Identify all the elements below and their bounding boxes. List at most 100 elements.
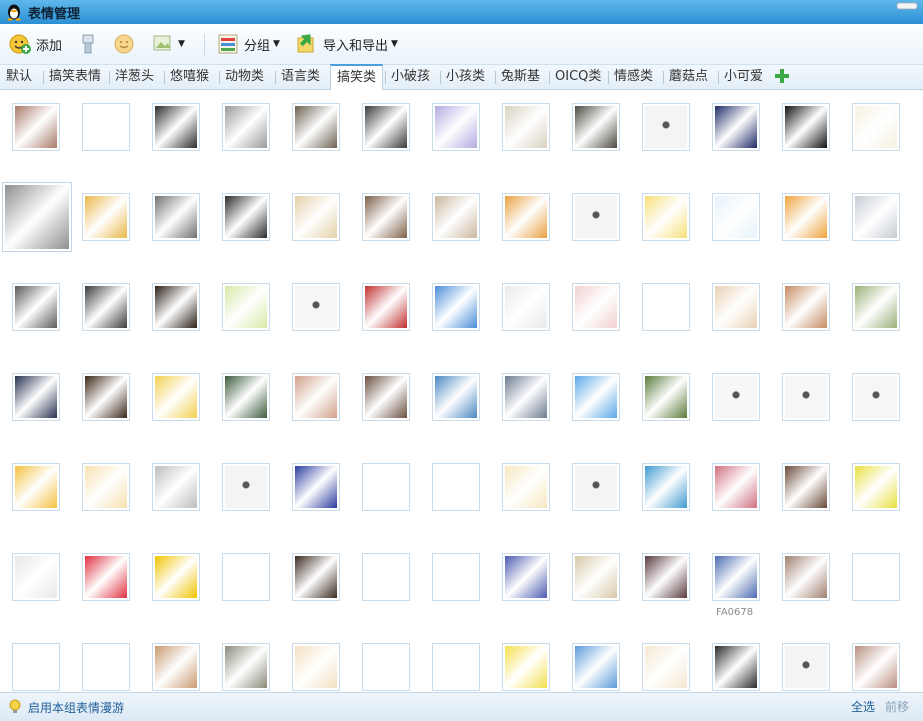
emoticon-cell[interactable]	[12, 283, 60, 331]
emoticon-cell[interactable]	[292, 103, 340, 151]
tab-item[interactable]: 动物类	[225, 65, 264, 89]
tab-item[interactable]: 兔斯基	[501, 65, 540, 89]
tab-item[interactable]: 小孩类	[446, 65, 485, 89]
emoticon-cell[interactable]	[572, 463, 620, 511]
emoticon-cell[interactable]	[292, 193, 340, 241]
emoticon-cell[interactable]	[852, 463, 900, 511]
emoticon-cell[interactable]	[712, 643, 760, 691]
emoticon-cell[interactable]	[712, 463, 760, 511]
emoticon-cell[interactable]	[12, 103, 60, 151]
emoticon-cell[interactable]	[222, 643, 270, 691]
emoticon-cell[interactable]	[502, 103, 550, 151]
emoticon-cell[interactable]	[572, 643, 620, 691]
emoticon-cell[interactable]	[222, 463, 270, 511]
emoticon-cell[interactable]	[572, 373, 620, 421]
emoticon-cell[interactable]	[852, 643, 900, 691]
emoticon-cell[interactable]	[82, 463, 130, 511]
emoticon-cell[interactable]	[712, 283, 760, 331]
tab-item[interactable]: 情感类	[614, 65, 653, 89]
emoticon-cell[interactable]	[642, 193, 690, 241]
emoticon-cell[interactable]	[152, 283, 200, 331]
emoticon-cell[interactable]	[12, 463, 60, 511]
emoticon-cell[interactable]	[432, 463, 480, 511]
emoticon-cell[interactable]	[2, 182, 72, 252]
emoticon-cell[interactable]	[712, 373, 760, 421]
emoticon-cell[interactable]	[432, 193, 480, 241]
emoticon-cell[interactable]	[852, 283, 900, 331]
emoticon-cell[interactable]	[432, 283, 480, 331]
emoticon-cell[interactable]	[362, 103, 410, 151]
move-forward-link[interactable]: 前移	[885, 698, 909, 715]
emoticon-cell[interactable]	[712, 193, 760, 241]
emoticon-cell[interactable]	[432, 553, 480, 601]
emoticon-cell[interactable]	[222, 103, 270, 151]
emoticon-cell[interactable]	[12, 643, 60, 691]
emoticon-cell[interactable]	[572, 193, 620, 241]
tab-item[interactable]: 搞笑类	[330, 64, 384, 92]
emoticon-cell[interactable]	[222, 373, 270, 421]
emoticon-button[interactable]	[112, 30, 136, 58]
tab-item[interactable]: 洋葱头	[115, 65, 154, 89]
emoticon-cell[interactable]	[152, 373, 200, 421]
emoticon-cell[interactable]	[82, 193, 130, 241]
emoticon-cell[interactable]	[782, 373, 830, 421]
emoticon-cell[interactable]	[642, 103, 690, 151]
emoticon-cell[interactable]	[82, 103, 130, 151]
emoticon-cell[interactable]	[82, 553, 130, 601]
emoticon-cell[interactable]	[222, 283, 270, 331]
emoticon-cell[interactable]	[782, 643, 830, 691]
emoticon-cell[interactable]	[362, 463, 410, 511]
emoticon-cell[interactable]	[12, 553, 60, 601]
tab-item[interactable]: 搞笑表情	[49, 65, 101, 89]
emoticon-cell[interactable]	[292, 553, 340, 601]
emoticon-cell[interactable]	[782, 553, 830, 601]
emoticon-cell[interactable]	[642, 643, 690, 691]
emoticon-cell[interactable]	[432, 373, 480, 421]
emoticon-cell[interactable]	[362, 193, 410, 241]
emoticon-cell[interactable]	[292, 463, 340, 511]
emoticon-cell[interactable]	[502, 643, 550, 691]
emoticon-cell[interactable]	[572, 103, 620, 151]
emoticon-cell[interactable]	[852, 193, 900, 241]
tab-item[interactable]: OICQ类	[555, 65, 601, 89]
emoticon-cell[interactable]	[292, 643, 340, 691]
emoticon-cell[interactable]	[642, 373, 690, 421]
tab-item[interactable]: 语言类	[281, 65, 320, 89]
group-button[interactable]: 分组 ▼	[216, 30, 280, 58]
emoticon-cell[interactable]	[362, 643, 410, 691]
emoticon-cell[interactable]	[782, 193, 830, 241]
tab-item[interactable]: 小破孩	[391, 65, 430, 89]
emoticon-cell[interactable]	[502, 193, 550, 241]
tab-item[interactable]: 悠嘻猴	[170, 65, 209, 89]
edit-button[interactable]: ▼	[151, 30, 185, 58]
close-icon[interactable]	[895, 1, 919, 11]
emoticon-cell[interactable]	[712, 553, 760, 601]
emoticon-cell[interactable]	[502, 283, 550, 331]
emoticon-cell[interactable]	[152, 463, 200, 511]
tab-item[interactable]: 蘑菇点	[669, 65, 708, 89]
add-button[interactable]: 添加	[8, 30, 62, 58]
emoticon-cell[interactable]	[362, 553, 410, 601]
emoticon-cell[interactable]	[222, 193, 270, 241]
emoticon-cell[interactable]	[152, 103, 200, 151]
emoticon-cell[interactable]	[82, 283, 130, 331]
emoticon-cell[interactable]	[852, 373, 900, 421]
emoticon-cell[interactable]	[82, 643, 130, 691]
emoticon-cell[interactable]	[572, 553, 620, 601]
emoticon-cell[interactable]	[362, 283, 410, 331]
emoticon-cell[interactable]	[292, 373, 340, 421]
emoticon-cell[interactable]	[12, 373, 60, 421]
emoticon-cell[interactable]	[502, 553, 550, 601]
emoticon-cell[interactable]	[642, 463, 690, 511]
emoticon-cell[interactable]	[852, 103, 900, 151]
emoticon-cell[interactable]	[362, 373, 410, 421]
emoticon-cell[interactable]	[152, 553, 200, 601]
import-export-button[interactable]: 导入和导出 ▼	[295, 30, 398, 58]
emoticon-cell[interactable]	[152, 193, 200, 241]
emoticon-cell[interactable]	[292, 283, 340, 331]
emoticon-cell[interactable]	[572, 283, 620, 331]
emoticon-cell[interactable]	[502, 373, 550, 421]
emoticon-cell[interactable]	[642, 553, 690, 601]
emoticon-cell[interactable]	[432, 643, 480, 691]
emoticon-cell[interactable]	[852, 553, 900, 601]
